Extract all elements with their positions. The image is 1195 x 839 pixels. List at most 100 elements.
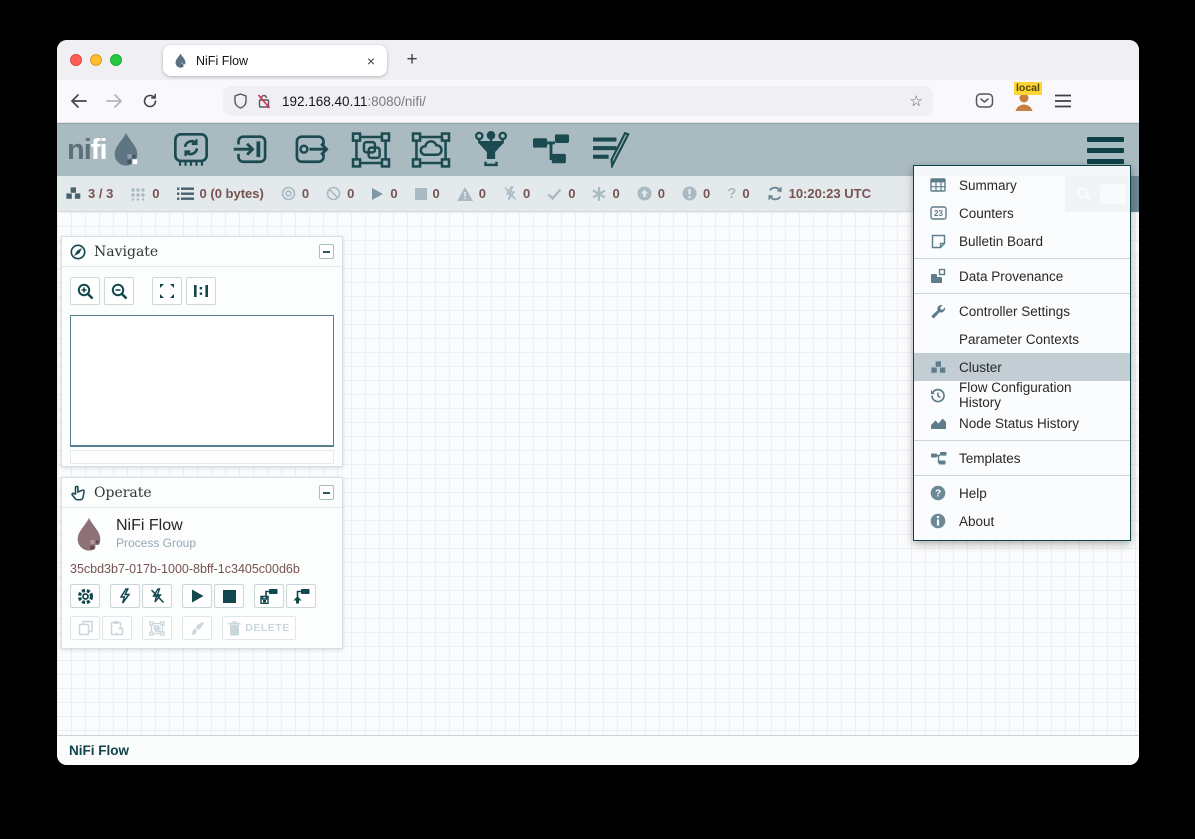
delete-button[interactable]: DELETE (222, 616, 296, 640)
browser-toolbar: 192.168.40.11:8080/nifi/ ☆ local (57, 80, 1139, 123)
running-status: 0 (371, 186, 397, 201)
birdseye-view[interactable] (70, 315, 334, 447)
copy-button[interactable] (70, 616, 100, 640)
counters-icon: 23 (928, 206, 948, 220)
refresh-status: 10:20:23 UTC (767, 186, 871, 201)
selection-id: 35cbd3b7-017b-1000-8bff-1c3405c00d6b (70, 562, 334, 576)
back-button[interactable] (63, 86, 93, 116)
firefox-menu-icon[interactable] (1054, 94, 1072, 108)
svg-text:?: ? (935, 489, 941, 500)
url-host: 192.168.40.11 (282, 94, 367, 109)
navigate-collapse-button[interactable] (319, 244, 334, 259)
node-status-history-icon (928, 416, 948, 430)
remote-process-group-component[interactable] (409, 130, 453, 170)
profile-badge: local (1014, 82, 1042, 95)
operate-actions-row-1 (70, 584, 334, 608)
menu-item-bulletin-board[interactable]: Bulletin Board (914, 227, 1130, 255)
cluster-status: 3 / 3 (65, 186, 113, 201)
zoom-fit-button[interactable] (152, 277, 182, 305)
menu-item-node-status-history[interactable]: Node Status History (914, 409, 1130, 437)
profile-button[interactable]: local (1012, 89, 1036, 113)
menu-item-help[interactable]: ? Help (914, 479, 1130, 507)
menu-item-summary[interactable]: Summary (914, 171, 1130, 199)
stop-button[interactable] (214, 584, 244, 608)
nifi-logo: nifi (67, 131, 143, 169)
processor-component[interactable] (169, 130, 213, 170)
navigate-tools (62, 267, 342, 313)
shield-icon[interactable] (233, 93, 248, 109)
input-port-component[interactable] (229, 130, 273, 170)
cluster-menu-icon (928, 360, 948, 375)
stale-icon (637, 186, 652, 201)
window-close-button[interactable] (70, 54, 82, 66)
browser-tab-bar: NiFi Flow × + (57, 40, 1139, 80)
start-button[interactable] (182, 584, 212, 608)
upload-template-button[interactable] (286, 584, 316, 608)
window-minimize-button[interactable] (90, 54, 102, 66)
forward-button[interactable] (99, 86, 129, 116)
tab-title: NiFi Flow (196, 54, 365, 68)
stopped-icon (415, 188, 427, 200)
zoom-out-button[interactable] (104, 277, 134, 305)
up-to-date-icon (547, 188, 562, 200)
navigate-palette: Navigate (61, 236, 343, 467)
transmitting-status: 0 (281, 186, 309, 201)
window-zoom-button[interactable] (110, 54, 122, 66)
fill-color-button[interactable] (182, 616, 212, 640)
menu-item-parameter-contexts[interactable]: Parameter Contexts (914, 325, 1130, 353)
pocket-icon[interactable] (975, 92, 994, 110)
locally-modified-stale-status: 0 (682, 186, 710, 201)
operate-header: Operate (62, 478, 342, 508)
locally-modified-status: 0 (592, 186, 619, 201)
global-menu-button[interactable] (1087, 137, 1124, 164)
wrench-icon (928, 304, 948, 319)
process-group-component[interactable] (349, 130, 393, 170)
output-port-component[interactable] (289, 130, 333, 170)
templates-icon (928, 451, 948, 466)
invalid-status: 0 (457, 186, 486, 201)
menu-item-templates[interactable]: Templates (914, 444, 1130, 472)
navigate-header: Navigate (62, 237, 342, 267)
disable-button[interactable] (142, 584, 172, 608)
refresh-icon[interactable] (767, 186, 783, 201)
active-threads-status: 0 (130, 186, 159, 201)
url-suffix: :8080/nifi/ (367, 94, 426, 109)
cluster-icon (65, 186, 82, 201)
enable-button[interactable] (110, 584, 140, 608)
menu-item-about[interactable]: About (914, 507, 1130, 535)
stopped-status: 0 (415, 186, 440, 201)
menu-item-counters[interactable]: 23 Counters (914, 199, 1130, 227)
label-component[interactable] (589, 130, 633, 170)
menu-item-data-provenance[interactable]: Data Provenance (914, 262, 1130, 290)
paste-button[interactable] (102, 616, 132, 640)
create-template-button[interactable] (254, 584, 284, 608)
group-button[interactable] (142, 616, 172, 640)
tab-close-button[interactable]: × (365, 53, 377, 69)
sync-failure-status: ?0 (727, 185, 749, 202)
bookmark-star-icon[interactable]: ☆ (910, 92, 923, 110)
menu-divider (914, 440, 1130, 441)
breadcrumb-root[interactable]: NiFi Flow (69, 743, 129, 758)
queued-status: 0 (0 bytes) (177, 186, 264, 201)
menu-item-cluster[interactable]: Cluster (914, 353, 1130, 381)
configure-button[interactable] (70, 584, 100, 608)
menu-divider (914, 293, 1130, 294)
url-bar[interactable]: 192.168.40.11:8080/nifi/ ☆ (223, 86, 933, 116)
operate-collapse-button[interactable] (319, 485, 334, 500)
browser-window: NiFi Flow × + 192.168.40.11:80 (57, 40, 1139, 765)
url-text[interactable]: 192.168.40.11:8080/nifi/ (282, 94, 902, 109)
hand-icon (70, 485, 86, 501)
zoom-actual-size-button[interactable] (186, 277, 216, 305)
funnel-component[interactable] (469, 130, 513, 170)
last-refresh-time: 10:20:23 UTC (789, 186, 871, 201)
template-component[interactable] (529, 130, 573, 170)
reload-button[interactable] (135, 86, 165, 116)
insecure-lock-icon[interactable] (256, 93, 272, 109)
new-tab-button[interactable]: + (398, 46, 426, 74)
nifi-logo-drop-icon (109, 131, 143, 169)
browser-tab[interactable]: NiFi Flow × (163, 45, 387, 76)
zoom-in-button[interactable] (70, 277, 100, 305)
help-icon: ? (928, 485, 948, 501)
menu-item-controller-settings[interactable]: Controller Settings (914, 297, 1130, 325)
menu-item-flow-configuration-history[interactable]: Flow Configuration History (914, 381, 1130, 409)
